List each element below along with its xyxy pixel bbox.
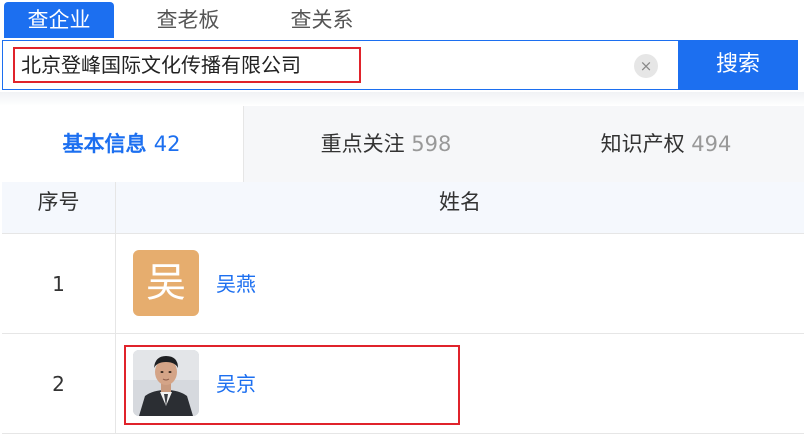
tab-company[interactable]: 查企业 (4, 2, 114, 38)
row-seq: 1 (2, 234, 116, 334)
tab-intellectual-property[interactable]: 知识产权 494 (528, 106, 804, 182)
tab-key-attention[interactable]: 重点关注 598 (244, 106, 528, 182)
table-header: 序号 姓名 (2, 182, 804, 234)
divider-shadow (0, 92, 804, 106)
table-row: 1 吴 吴燕 (2, 234, 804, 334)
tab-label: 基本信息 (62, 132, 147, 156)
tab-relation[interactable]: 查关系 (272, 2, 372, 38)
search-input-container[interactable]: 北京登峰国际文化传播有限公司 × (3, 41, 678, 89)
tab-label: 知识产权 (600, 132, 685, 156)
person-name-link[interactable]: 吴燕 (216, 234, 256, 334)
category-tabs: 基本信息 42 重点关注 598 知识产权 494 (0, 106, 804, 182)
tab-count: 494 (691, 132, 732, 156)
column-header-seq: 序号 (2, 182, 116, 234)
tab-label: 重点关注 (320, 132, 405, 156)
table-row: 2 吴京 (2, 334, 804, 434)
search-bar: 北京登峰国际文化传播有限公司 × 搜索 (2, 40, 798, 90)
highlight-box (124, 345, 460, 425)
tab-boss[interactable]: 查老板 (138, 2, 238, 38)
tab-count: 598 (411, 132, 452, 156)
avatar[interactable]: 吴 (133, 250, 199, 316)
search-type-tabs: 查企业 查老板 查关系 (0, 0, 804, 40)
row-seq: 2 (2, 334, 116, 434)
search-button[interactable]: 搜索 (678, 40, 798, 90)
tab-count: 42 (153, 132, 181, 156)
search-input[interactable]: 北京登峰国际文化传播有限公司 (13, 47, 361, 83)
column-header-name: 姓名 (439, 190, 481, 214)
clear-icon[interactable]: × (634, 54, 658, 78)
tab-basic-info[interactable]: 基本信息 42 (0, 106, 244, 182)
